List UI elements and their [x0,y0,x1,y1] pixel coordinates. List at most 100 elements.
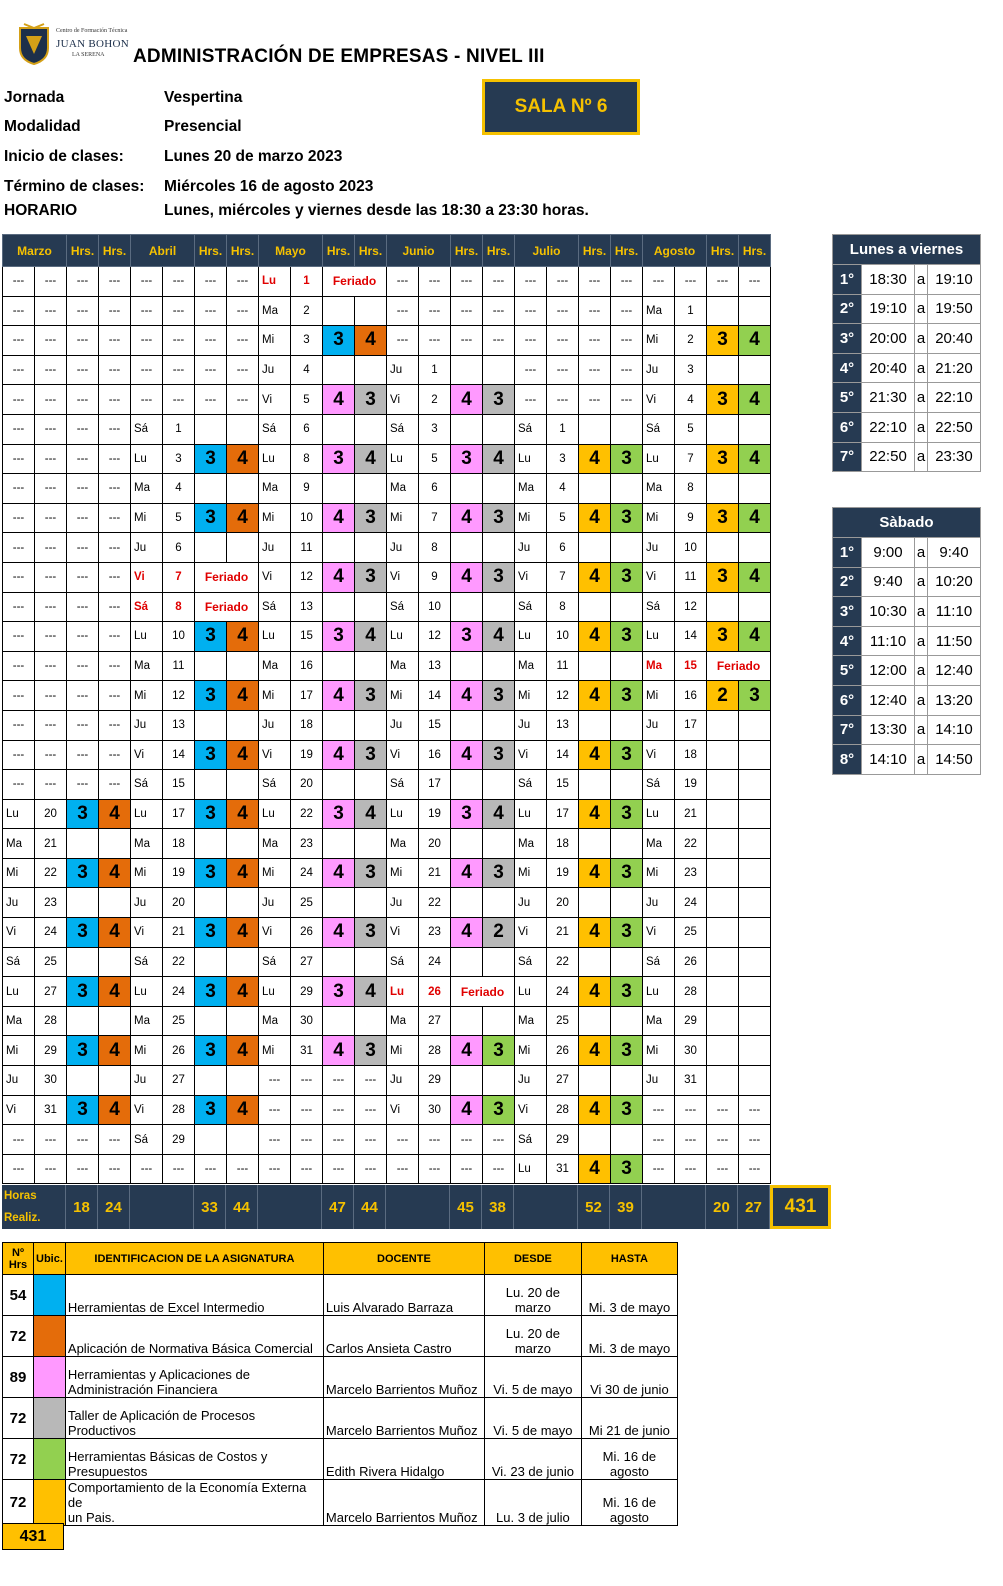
hours-cell [450,650,483,682]
day-abbr-cell: --- [130,384,163,415]
day-number-cell: 31 [34,1094,67,1126]
block-number: 5° [832,655,862,686]
hours-cell [738,828,771,859]
day-number-cell: 18 [290,709,323,741]
hours-cell: --- [610,384,643,415]
day-number-cell: 15 [546,769,579,800]
day-number-cell: 4 [290,354,323,386]
day-abbr-cell: Lu [386,798,419,830]
total-hours-value: 38 [482,1185,514,1229]
hours-cell [450,946,483,978]
day-number-cell: 20 [290,769,323,800]
day-abbr-cell: Ju [514,709,547,741]
hours-cell [354,473,387,504]
class-hours-value: 3 [621,447,632,469]
hours-cell: --- [98,443,131,475]
day-abbr-cell: Lu [386,976,419,1007]
class-hours-cell: 3 [610,1153,643,1185]
subject-row: 54 Herramientas de Excel Intermedio Luis A… [2,1274,678,1316]
block-start-time: 12:40 [860,684,916,716]
class-hours-value: 4 [365,802,376,824]
block-end-time: 10:20 [926,566,982,598]
hours-cell [578,769,611,800]
day-abbr-cell: Lu [130,621,163,652]
hours-cell [354,295,387,327]
hours-cell [226,650,259,682]
day-abbr-cell: --- [2,1153,35,1185]
hours-cell [226,413,259,445]
class-hours-value: 3 [621,1098,632,1120]
hours-cell [738,769,771,800]
class-hours-cell: 3 [354,1035,387,1067]
class-hours-cell: 4 [322,680,355,711]
hours-cell [194,413,227,445]
total-hours-value: 45 [450,1185,482,1229]
class-hours-value: 4 [237,862,248,884]
class-hours-value: 3 [365,1039,376,1061]
hours-cell [194,473,227,504]
class-hours-cell: 3 [482,1094,515,1126]
day-number-cell: 24 [546,976,579,1007]
hours-cell [482,1005,515,1037]
schedule-row: 4° 11:10 a 11:50 [832,625,982,657]
calendar-row: --- --- --- --- Ju 13 Ju 18 Ju 15 Ju 13 Ju 17 [2,709,771,741]
day-number-cell: 14 [674,621,707,652]
class-hours-value: 3 [77,802,88,824]
day-abbr-cell: Vi [642,739,675,771]
day-number-cell: --- [162,266,195,297]
class-hours-cell: 4 [322,502,355,534]
block-separator: a [914,352,928,384]
calendar-row: Ju 23 Ju 20 Ju 25 Ju 22 Ju 20 Ju 24 [2,887,771,919]
hours-cell: --- [98,650,131,682]
hours-cell: --- [322,1153,355,1185]
hours-cell [482,709,515,741]
day-number-cell: --- [546,354,579,386]
day-number-cell: 6 [290,413,323,445]
day-number-cell: 5 [418,443,451,475]
hours-cell [706,709,739,741]
class-hours-value: 4 [589,862,600,884]
hours-cell: --- [98,1124,131,1155]
class-hours-cell: 4 [226,739,259,771]
day-number-cell: 6 [162,532,195,563]
hours-cell [450,473,483,504]
day-number-cell: 15 [162,769,195,800]
day-number-cell: --- [546,325,579,356]
class-hours-value: 3 [493,684,504,706]
day-abbr-cell: Mi [130,857,163,889]
hours-cell [194,1005,227,1037]
subject-start: Lu. 3 de julio [483,1479,582,1526]
block-end-time: 19:50 [926,293,982,325]
hours-cell [610,1065,643,1096]
subject-end: Mi. 3 de mayo [580,1315,678,1357]
month-header: Julio [514,234,579,267]
day-abbr-cell: Ma [642,650,675,682]
day-number-cell: 27 [162,1065,195,1096]
class-hours-value: 3 [333,802,344,824]
hours-cell [66,887,99,919]
class-hours-cell: 4 [226,976,259,1007]
block-number: 6° [832,684,862,716]
hours-cell: --- [482,325,515,356]
day-abbr-cell: Mi [2,1035,35,1067]
class-hours-value: 4 [237,625,248,647]
class-hours-value: 4 [365,980,376,1002]
day-abbr-cell: Vi [514,561,547,593]
hours-cell [450,769,483,800]
class-hours-cell: 3 [194,1094,227,1126]
day-abbr-cell: Sá [386,946,419,978]
hours-cell: --- [226,384,259,415]
totals-blank [258,1185,322,1229]
saturday-schedule-table: Sàbado 1° 9:00 a 9:40 2° 9:40 a 10:20 3° 10:30 a 11:… [832,507,982,775]
day-abbr-cell: Ma [514,828,547,859]
class-hours-cell: 3 [354,680,387,711]
class-hours-cell: 4 [354,621,387,652]
class-hours-value: 3 [205,625,216,647]
hours-cell [706,413,739,445]
hours-cell [706,739,739,771]
hours-cell [482,413,515,445]
day-number-cell: 11 [162,650,195,682]
class-hours-cell: 4 [578,1094,611,1126]
day-abbr-cell: Ju [642,532,675,563]
class-hours-cell: 3 [322,325,355,356]
